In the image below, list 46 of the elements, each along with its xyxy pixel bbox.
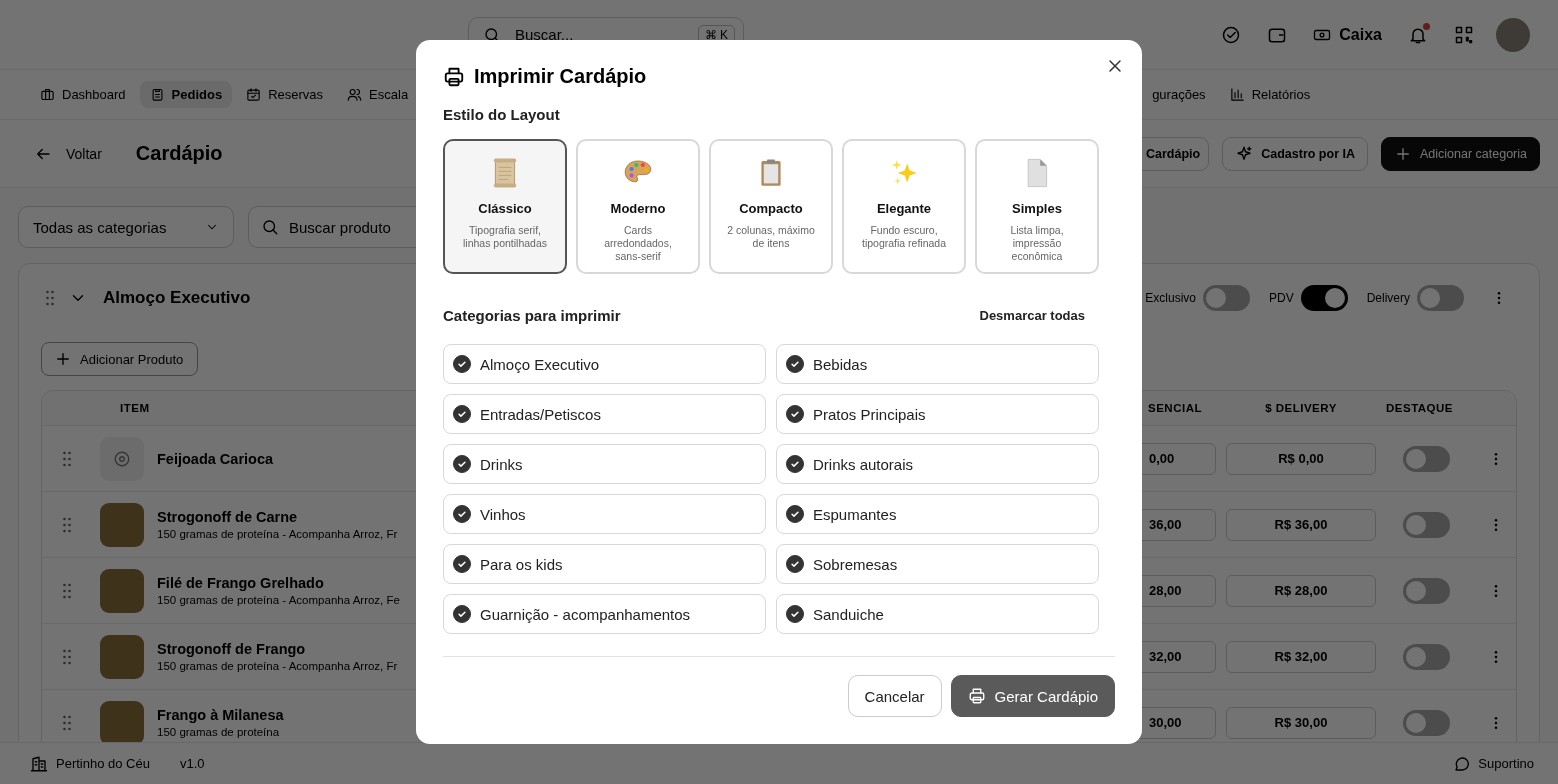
toggle-label: Exclusivo (1145, 291, 1196, 305)
checkbox-label: Vinhos (480, 505, 526, 523)
dialog-title: Imprimir Cardápio (474, 65, 647, 88)
product-name: Strogonoff de Carne (157, 509, 299, 525)
column-header: SENCIAL (1147, 402, 1203, 414)
column-header: DESTAQUE (1386, 402, 1455, 414)
checkbox-label: Drinks autorais (813, 455, 914, 473)
version-label: v1.0 (179, 756, 205, 771)
checkbox-label: Espumantes (813, 505, 897, 523)
checkbox-label: Bebidas (813, 355, 868, 373)
column-header: $ DELIVERY (1264, 402, 1338, 414)
layout-description: Tipografia serif, linhas pontilhadas (461, 224, 549, 250)
layout-description: Fundo escuro, tipografia refinada (860, 224, 948, 250)
layout-name: Moderno (610, 201, 666, 216)
layout-name: Clássico (478, 201, 532, 216)
layout-description: Lista limpa, impressão econômica (1009, 224, 1065, 263)
business-name: Pertinho do Céu (56, 756, 150, 771)
toggle-label: PDV (1268, 291, 1294, 305)
product-name: Feijoada Carioca (157, 450, 274, 467)
section-label: Categorias para imprimir (443, 306, 621, 324)
checkbox-label: Drinks (480, 455, 523, 473)
category-title: Almoço Executivo (103, 288, 251, 308)
checkbox-label: Pratos Principais (813, 405, 926, 423)
product-description: 150 gramas de proteína - Acompanha Arroz, Fe (157, 594, 400, 606)
toggle-label: Delivery (1366, 291, 1410, 305)
product-name: Strogonoff de Frango (157, 641, 307, 657)
column-header: ITEM (120, 402, 151, 414)
select-value: Todas as categorias (33, 218, 167, 236)
checkbox-label: Guarnição - acompanhamentos (480, 605, 691, 623)
checkbox-label: Sanduiche (813, 605, 884, 623)
layout-description: 2 colunas, máximo de itens (726, 224, 816, 250)
product-name: Filé de Frango Grelhado (157, 575, 325, 591)
product-description: 150 gramas de proteína - Acompanha Arroz, Fr (157, 528, 398, 540)
layout-name: Compacto (739, 201, 803, 216)
product-name: Frango à Milanesa (157, 707, 284, 723)
product-description: 150 gramas de proteína (157, 726, 281, 738)
checkbox-label: Sobremesas (813, 555, 898, 573)
checkbox-label: Entradas/Petiscos (480, 405, 601, 423)
page-title: Cardápio (135, 142, 223, 165)
product-description: 150 gramas de proteína - Acompanha Arroz, Fr (157, 660, 398, 672)
layout-description: Cards arredondados, sans-serif (603, 224, 673, 263)
layout-name: Elegante (876, 201, 932, 216)
layout-name: Simples (1012, 201, 1062, 216)
checkbox-label: Almoço Executivo (480, 355, 600, 373)
section-label: Estilo do Layout (443, 105, 561, 125)
checkbox-label: Para os kids (480, 555, 563, 573)
